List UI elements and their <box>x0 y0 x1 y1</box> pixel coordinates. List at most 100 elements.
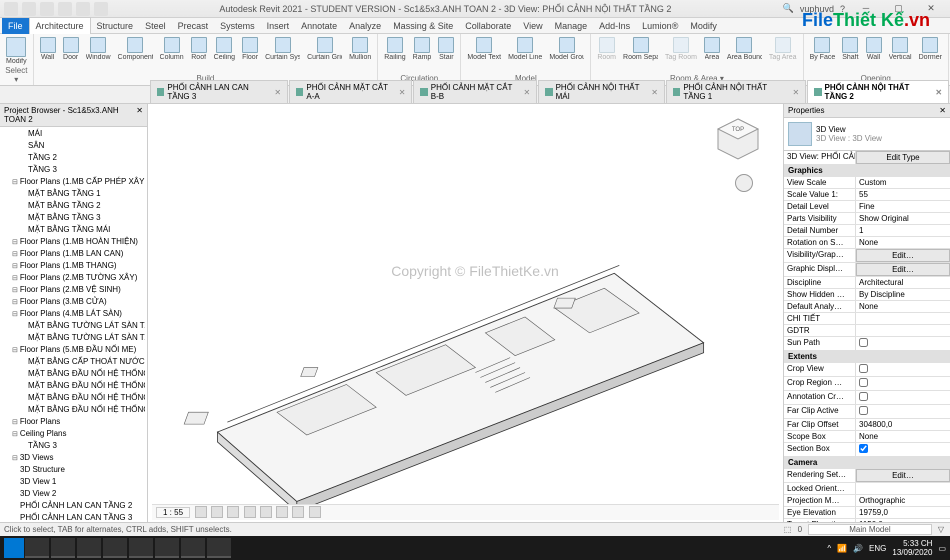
taskbar-app[interactable] <box>51 538 75 558</box>
tree-item[interactable]: TẦNG 3 <box>2 164 145 176</box>
drawing-canvas[interactable]: TOP 1 : 55 <box>148 104 784 522</box>
taskbar-app[interactable] <box>155 538 179 558</box>
tool-railing[interactable]: Railing <box>382 36 407 74</box>
prop-section[interactable]: Graphics <box>784 165 950 177</box>
menu-tab-addins[interactable]: Add-Ins <box>593 18 636 34</box>
tree-item[interactable]: Floor Plans (1.MB LAN CAN) <box>2 248 145 260</box>
visual-style-icon[interactable] <box>211 506 223 518</box>
tool-component[interactable]: Component <box>116 36 155 74</box>
tool-by-face[interactable]: By Face <box>808 36 838 74</box>
tool-area[interactable]: Area <box>702 36 722 74</box>
tree-item[interactable]: Floor Plans (4.MB LÁT SÀN) <box>2 308 145 320</box>
view-tab[interactable]: PHỐI CẢNH NỘI THẤT MÁI✕ <box>538 80 665 103</box>
reveal-icon[interactable] <box>309 506 321 518</box>
prop-value[interactable]: Edit… <box>856 263 950 276</box>
tree-item[interactable]: Floor Plans <box>2 416 145 428</box>
tree-item[interactable]: TẦNG 2 <box>2 152 145 164</box>
close-tab-icon[interactable]: ✕ <box>792 88 799 97</box>
tool-room-separator[interactable]: Room Separator <box>621 36 660 74</box>
tree-item[interactable]: 3D View 1 <box>2 476 145 488</box>
tree-item[interactable]: Floor Plans (2.MB VỆ SINH) <box>2 284 145 296</box>
menu-tab-steel[interactable]: Steel <box>139 18 172 34</box>
scale-selector[interactable]: 1 : 55 <box>156 507 190 518</box>
menu-tab-insert[interactable]: Insert <box>261 18 296 34</box>
prop-value[interactable] <box>856 391 950 404</box>
prop-value[interactable]: 55 <box>856 189 950 200</box>
tree-item[interactable]: Floor Plans (3.MB CỬA) <box>2 296 145 308</box>
prop-value[interactable]: Fine <box>856 201 950 212</box>
tree-item[interactable]: MẶT BẰNG TẦNG 3 <box>2 212 145 224</box>
filter-icon[interactable]: ▽ <box>938 525 944 534</box>
tool-ramp[interactable]: Ramp <box>411 36 434 74</box>
tree-item[interactable]: MẶT BẰNG TƯỜNG LÁT SÀN TẦNG 1 <box>2 320 145 332</box>
prop-value[interactable]: Architectural <box>856 277 950 288</box>
tool-model-text[interactable]: Model Text <box>465 36 503 74</box>
prop-value[interactable] <box>856 363 950 376</box>
tree-item[interactable]: SÂN <box>2 140 145 152</box>
taskbar-app[interactable] <box>129 538 153 558</box>
taskbar-app[interactable] <box>207 538 231 558</box>
search-icon[interactable]: 🔍 <box>783 3 794 14</box>
browser-tree[interactable]: MÁISÂNTẦNG 2TẦNG 3Floor Plans (1.MB CẤP … <box>0 127 147 522</box>
prop-value[interactable] <box>856 377 950 390</box>
tool-shaft[interactable]: Shaft <box>840 36 860 74</box>
tree-item[interactable]: MẶT BẰNG TƯỜNG LÁT SÀN TẦNG 2 <box>2 332 145 344</box>
tool-vertical[interactable]: Vertical <box>887 36 914 74</box>
tray-network-icon[interactable]: 📶 <box>837 544 847 553</box>
prop-value[interactable]: Custom <box>856 177 950 188</box>
tool-wall[interactable]: Wall <box>38 36 58 74</box>
tree-item[interactable]: 3D Views <box>2 452 145 464</box>
tree-item[interactable]: Floor Plans (1.MB CẤP PHÉP XÂY DỰNG) <box>2 176 145 188</box>
prop-value[interactable]: 19759,0 <box>856 507 950 518</box>
prop-section[interactable]: Extents <box>784 351 950 363</box>
tool-dormer[interactable]: Dormer <box>917 36 944 74</box>
close-tab-icon[interactable]: ✕ <box>399 88 406 97</box>
sun-path-icon[interactable] <box>227 506 239 518</box>
prop-value[interactable]: 1150,0 <box>856 519 950 522</box>
tree-item[interactable]: MẶT BẰNG ĐẦU NỐI HỆ THỐNG CẤP <box>2 368 145 380</box>
prop-value[interactable] <box>856 443 950 456</box>
prop-value[interactable]: None <box>856 237 950 248</box>
prop-value[interactable] <box>856 405 950 418</box>
tree-item[interactable]: MẶT BẰNG ĐẦU NỐI HỆ THỐNG THÔ <box>2 392 145 404</box>
browser-close-icon[interactable]: ✕ <box>136 106 143 124</box>
tool-stair[interactable]: Stair <box>436 36 456 74</box>
tree-item[interactable]: MẶT BẰNG TẦNG 2 <box>2 200 145 212</box>
view-tab[interactable]: PHỐI CẢNH NỘI THẤT TẦNG 1✕ <box>666 80 806 103</box>
tray-lang[interactable]: ENG <box>869 544 886 553</box>
tool-wall[interactable]: Wall <box>864 36 884 74</box>
type-selector[interactable]: 3D View 3D View : 3D View <box>784 118 950 151</box>
menu-tab-manage[interactable]: Manage <box>549 18 594 34</box>
view-tab[interactable]: PHỐI CẢNH MẶT CẮT B-B✕ <box>413 80 537 103</box>
hide-isolate-icon[interactable] <box>292 506 304 518</box>
edit-type-button[interactable]: Edit Type <box>856 151 950 164</box>
close-tab-icon[interactable]: ✕ <box>651 88 658 97</box>
tree-item[interactable]: MẶT BẰNG ĐẦU NỐI HỆ THỐNG THO <box>2 380 145 392</box>
render-icon[interactable] <box>260 506 272 518</box>
tool-window[interactable]: Window <box>84 36 113 74</box>
prop-value[interactable]: Show Original <box>856 213 950 224</box>
prop-value[interactable]: By Discipline <box>856 289 950 300</box>
close-tab-icon[interactable]: ✕ <box>935 88 942 97</box>
tree-item[interactable]: MẶT BẰNG TẦNG 1 <box>2 188 145 200</box>
menu-tab-annotate[interactable]: Annotate <box>295 18 343 34</box>
taskbar-search-icon[interactable] <box>25 538 49 558</box>
tool-modify[interactable]: Modify <box>4 36 29 66</box>
tree-item[interactable]: PHỐI CẢNH LAN CAN TẦNG 2 <box>2 500 145 512</box>
tree-item[interactable]: PHỐI CẢNH LAN CAN TẦNG 3 <box>2 512 145 522</box>
tree-item[interactable]: MẶT BẰNG ĐẦU NỐI HỆ THỐNG ĐIỆ <box>2 404 145 416</box>
print-icon[interactable] <box>94 2 108 16</box>
prop-value[interactable]: Edit… <box>856 469 950 482</box>
tree-item[interactable]: 3D Structure <box>2 464 145 476</box>
menu-tab-analyze[interactable]: Analyze <box>343 18 387 34</box>
prop-value[interactable]: 1 <box>856 225 950 236</box>
open-icon[interactable] <box>22 2 36 16</box>
tree-item[interactable]: MÁI <box>2 128 145 140</box>
prop-value[interactable] <box>856 313 950 324</box>
view-tab[interactable]: PHỐI CẢNH MẶT CẮT A-A✕ <box>289 80 412 103</box>
tray-volume-icon[interactable]: 🔊 <box>853 544 863 553</box>
tree-item[interactable]: Floor Plans (1.MB THANG) <box>2 260 145 272</box>
tool-mullion[interactable]: Mullion <box>347 36 373 74</box>
tree-item[interactable]: TẦNG 3 <box>2 440 145 452</box>
tool-curtain-system[interactable]: Curtain System <box>263 36 302 74</box>
